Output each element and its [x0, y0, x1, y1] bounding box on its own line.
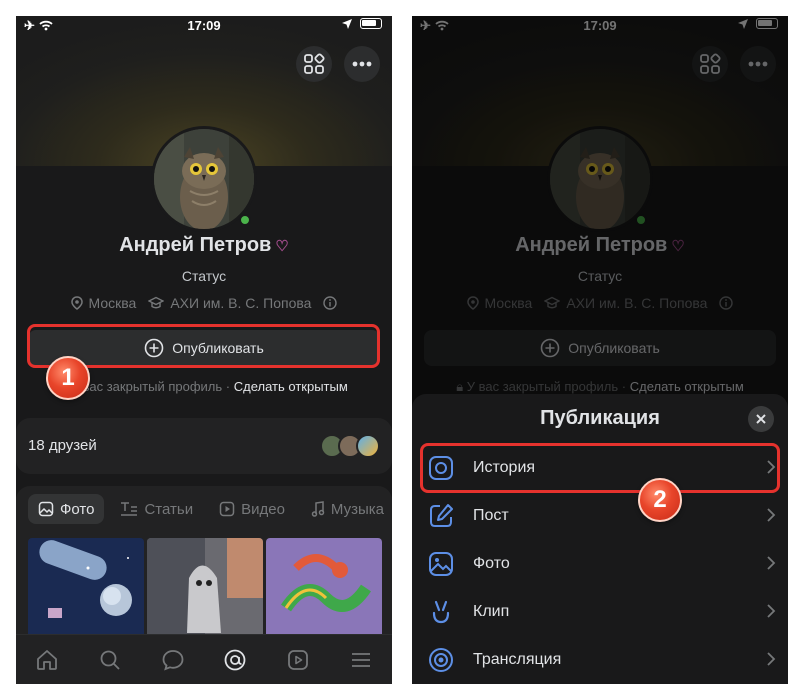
friends-block[interactable]: 18 друзей: [16, 418, 392, 474]
image-icon: [38, 501, 54, 517]
services-button[interactable]: [296, 46, 332, 82]
avatar[interactable]: [151, 126, 257, 232]
sheet-item-photo[interactable]: Фото: [412, 540, 788, 588]
sheet-item-label: Фото: [473, 555, 510, 572]
step-badge: 1: [46, 356, 90, 400]
clip-icon: [432, 600, 450, 624]
services-grid-icon: [304, 53, 325, 74]
highlight-story: [420, 443, 780, 493]
separator-dot: ·: [225, 379, 231, 394]
friend-avatar: [356, 434, 380, 458]
sheet-item-label: Пост: [473, 507, 509, 524]
photo-icon: [429, 552, 453, 576]
photo-thumbnail[interactable]: [147, 538, 263, 638]
profile-screen: ✈ 17:09 Андрей Петров ♡ Статус Москва АХ…: [16, 16, 392, 684]
location-arrow-icon: [342, 18, 352, 29]
more-dots-icon: [352, 61, 372, 67]
chevron-right-icon: [767, 604, 776, 618]
tab-label: Статьи: [144, 500, 194, 518]
info-icon[interactable]: [323, 296, 338, 310]
sheet-item-clip[interactable]: Клип: [412, 588, 788, 636]
tab-label: Фото: [60, 500, 95, 518]
broadcast-icon: [429, 648, 453, 672]
tab-label: Видео: [241, 500, 285, 518]
search-icon[interactable]: [98, 648, 122, 672]
online-indicator: [239, 214, 251, 226]
more-button[interactable]: [344, 46, 380, 82]
status-bar: ✈ 17:09: [16, 16, 392, 38]
profile-status[interactable]: Статус: [16, 268, 392, 284]
sheet-title: Публикация: [540, 407, 660, 429]
owl-avatar-image: [154, 129, 254, 229]
home-icon[interactable]: [35, 648, 59, 672]
make-open-link[interactable]: Сделать открытым: [234, 379, 348, 394]
chevron-right-icon: [767, 652, 776, 666]
chevron-right-icon: [767, 508, 776, 522]
close-icon: [756, 414, 766, 424]
sheet-item-label: Клип: [473, 603, 510, 620]
publish-sheet: Публикация История Пост Фото Клип Трансл…: [412, 394, 788, 684]
closed-profile-text: У вас закрытый профиль: [70, 379, 223, 394]
sheet-item-broadcast[interactable]: Трансляция: [412, 636, 788, 684]
battery-icon: [360, 18, 382, 29]
tab-music[interactable]: Музыка: [301, 494, 392, 524]
video-icon: [219, 501, 235, 517]
chevron-right-icon: [767, 556, 776, 570]
profile-icon[interactable]: [223, 648, 247, 672]
messages-icon[interactable]: [161, 648, 185, 672]
profile-name: Андрей Петров: [119, 234, 272, 256]
step-badge: 2: [638, 478, 682, 522]
media-tabs: Фото Статьи Видео Музыка: [28, 494, 392, 524]
bottom-navigation: [16, 634, 392, 684]
post-icon: [430, 504, 453, 527]
publish-sheet-screen: ✈ 17:09: [412, 16, 788, 684]
profile-university: АХИ им. В. С. Попова: [170, 295, 312, 311]
profile-city: Москва: [88, 295, 137, 311]
photo-thumbnail[interactable]: [266, 538, 382, 638]
photo-grid: [28, 538, 382, 638]
sheet-item-post[interactable]: Пост: [412, 492, 788, 540]
music-note-icon: [311, 501, 325, 517]
profile-info: Москва АХИ им. В. С. Попова: [16, 295, 392, 311]
tab-videos[interactable]: Видео: [209, 494, 295, 524]
heart-icon: ♡: [275, 238, 289, 255]
tab-label: Музыка: [330, 500, 384, 518]
article-icon: [121, 502, 138, 516]
friends-count: 18 друзей: [28, 437, 97, 454]
tab-articles[interactable]: Статьи: [110, 494, 203, 524]
photo-thumbnail[interactable]: [28, 538, 144, 638]
status-time: 17:09: [187, 18, 221, 33]
menu-icon[interactable]: [349, 648, 373, 672]
education-cap-icon: [148, 296, 165, 309]
video-icon[interactable]: [286, 648, 310, 672]
sheet-item-label: Трансляция: [473, 651, 562, 668]
friend-avatars: [320, 434, 380, 458]
location-pin-icon: [70, 296, 83, 310]
tab-photos[interactable]: Фото: [28, 494, 105, 524]
close-button[interactable]: [748, 406, 774, 432]
